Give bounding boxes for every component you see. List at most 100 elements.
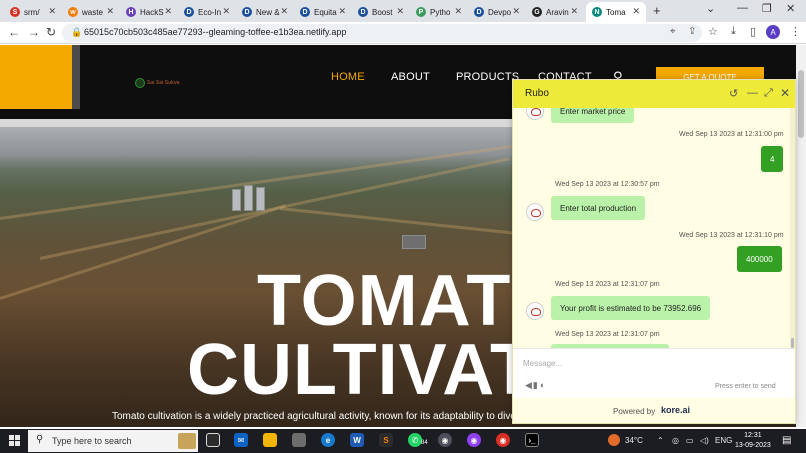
chat-reset-icon[interactable]: ↺ xyxy=(729,87,738,100)
profile-avatar[interactable]: A xyxy=(766,25,780,39)
close-window-button[interactable]: ✕ xyxy=(786,2,795,15)
chat-footer: Powered by kore.ai xyxy=(513,398,795,423)
tab-close-icon[interactable]: ✕ xyxy=(164,6,172,17)
file-explorer-icon[interactable] xyxy=(263,433,277,447)
search-highlight-image[interactable] xyxy=(178,433,196,449)
nav-about[interactable]: ABOUT xyxy=(391,71,430,83)
network-icon[interactable]: ◎ xyxy=(672,436,679,445)
user-message-bubble: 400000 xyxy=(737,246,782,272)
terminal-icon[interactable]: ›_ xyxy=(525,433,539,447)
chat-minimize-icon[interactable]: — xyxy=(747,87,758,99)
farm-silo-decoration xyxy=(232,189,241,211)
page-scrollbar-thumb[interactable] xyxy=(798,70,804,138)
browser-toolbar: ← → ↻ 🔒 65015c70cb503c485ae77293--gleami… xyxy=(0,22,806,44)
nav-home[interactable]: HOME xyxy=(331,71,365,83)
restore-window-button[interactable]: ❐ xyxy=(762,2,772,15)
word-icon[interactable]: W xyxy=(350,433,364,447)
browser-tab[interactable]: D Devpo ✕ xyxy=(468,2,526,22)
browser-menu-icon[interactable]: ⋮ xyxy=(790,25,801,38)
browser-tab[interactable]: D New & ✕ xyxy=(236,2,294,22)
tab-label: waste xyxy=(82,7,103,17)
tab-close-icon[interactable]: ✕ xyxy=(632,6,640,17)
language-indicator[interactable]: ENG xyxy=(715,436,732,445)
whatsapp-icon[interactable]: ✆ xyxy=(408,433,422,447)
tab-close-icon[interactable]: ✕ xyxy=(222,6,230,17)
notification-icon[interactable]: ▤ xyxy=(782,435,791,446)
tray-overflow-icon[interactable]: ⌃ xyxy=(657,436,664,445)
tab-label: Eco-In xyxy=(198,7,222,17)
edge-icon[interactable]: e xyxy=(321,433,335,447)
browser-tab-active[interactable]: N Toma ✕ xyxy=(586,2,646,22)
tab-close-icon[interactable]: ✕ xyxy=(280,6,288,17)
taskbar-clock[interactable]: 12:31 13-09-2023 xyxy=(735,431,771,451)
download-icon[interactable]: ⤓ xyxy=(731,25,736,38)
tab-close-icon[interactable]: ✕ xyxy=(396,6,404,17)
site-logo-block[interactable] xyxy=(0,45,72,109)
chat-message-input[interactable] xyxy=(523,355,783,371)
tab-close-icon[interactable]: ✕ xyxy=(48,6,56,17)
volume-icon[interactable]: ◁) xyxy=(700,436,709,445)
chrome-profile-icon[interactable]: ◉ xyxy=(467,433,481,447)
back-button[interactable]: ← xyxy=(8,25,20,39)
clock-date: 13-09-2023 xyxy=(735,442,771,449)
weather-temperature[interactable]: 34°C xyxy=(625,436,643,445)
powered-by-label: Powered by xyxy=(613,407,656,416)
voice-input-icon[interactable]: ◀▮◖ xyxy=(525,380,545,391)
browser-tab[interactable]: D Equita ✕ xyxy=(294,2,352,22)
tab-close-icon[interactable]: ✕ xyxy=(338,6,346,17)
share-icon[interactable]: ⇪ xyxy=(688,26,696,37)
taskbar-search-box[interactable]: ⚲ Type here to search xyxy=(28,430,198,452)
message-timestamp: Wed Sep 13 2023 at 12:31:10 pm xyxy=(679,232,784,239)
chat-close-icon[interactable]: ✕ xyxy=(780,86,790,100)
reload-button[interactable]: ↻ xyxy=(46,25,56,39)
chat-expand-icon[interactable]: ⤢ xyxy=(764,87,773,100)
minimize-window-button[interactable]: — xyxy=(737,2,748,14)
farm-silo-decoration xyxy=(244,185,253,211)
mail-icon[interactable]: ✉ xyxy=(234,433,248,447)
chrome-active-icon[interactable]: ◉ xyxy=(438,433,452,447)
message-timestamp: Wed Sep 13 2023 at 12:31:00 pm xyxy=(679,131,784,138)
browser-tab[interactable]: D Eco-In ✕ xyxy=(178,2,236,22)
browser-tab[interactable]: P Pytho ✕ xyxy=(410,2,468,22)
new-tab-button[interactable]: + xyxy=(653,3,661,18)
windows-start-icon[interactable] xyxy=(9,435,20,446)
tab-favicon-icon: D xyxy=(474,7,484,17)
browser-tab[interactable]: w waste ✕ xyxy=(62,2,120,22)
brand-logo-icon[interactable] xyxy=(135,78,145,88)
kore-ai-logo[interactable]: kore.ai xyxy=(661,405,690,415)
side-panel-icon[interactable]: ▯ xyxy=(750,25,756,38)
windows-taskbar: ⚲ Type here to search ✉ e W S ✆ ◉ ◉ ◉ ›_… xyxy=(0,429,806,453)
tab-close-icon[interactable]: ✕ xyxy=(454,6,462,17)
tab-close-icon[interactable]: ✕ xyxy=(570,6,578,17)
chat-scrollbar[interactable] xyxy=(790,108,795,348)
clock-time: 12:31 xyxy=(744,432,762,439)
sublime-icon[interactable]: S xyxy=(379,433,393,447)
bookmark-star-icon[interactable]: ☆ xyxy=(708,25,718,38)
store-icon[interactable] xyxy=(292,433,306,447)
url-text[interactable]: 65015c70cb503c485ae77293--gleaming-toffe… xyxy=(84,27,346,37)
battery-icon[interactable]: ▭ xyxy=(686,436,694,445)
task-view-icon[interactable] xyxy=(206,433,220,447)
farm-barn-decoration xyxy=(402,235,426,249)
chrome-icon[interactable]: ◉ xyxy=(496,433,510,447)
forward-button[interactable]: → xyxy=(28,25,40,39)
tab-search-icon[interactable]: ⌄ xyxy=(706,2,715,15)
brand-name[interactable]: Sai Sai Sukva xyxy=(147,80,180,86)
lock-icon[interactable]: 🔒 xyxy=(71,27,82,38)
location-icon[interactable]: ⌖ xyxy=(670,26,676,37)
weather-icon[interactable] xyxy=(608,434,620,446)
browser-tab[interactable]: S srm/ ✕ xyxy=(4,2,62,22)
bot-message-bubble: Your profit is estimated to be 73952.696 xyxy=(551,296,711,320)
browser-tab[interactable]: D Boost ✕ xyxy=(352,2,410,22)
chat-scrollbar-thumb[interactable] xyxy=(791,338,794,348)
tab-favicon-icon: D xyxy=(184,7,194,17)
tab-favicon-icon: S xyxy=(10,7,20,17)
tab-close-icon[interactable]: ✕ xyxy=(512,6,520,17)
address-bar[interactable]: 🔒 65015c70cb503c485ae77293--gleaming-tof… xyxy=(62,24,702,42)
press-enter-hint: Press enter to send xyxy=(715,383,776,390)
browser-tab[interactable]: H HackS ✕ xyxy=(120,2,178,22)
tab-close-icon[interactable]: ✕ xyxy=(106,6,114,17)
nav-products[interactable]: PRODUCTS xyxy=(456,71,519,83)
browser-tab[interactable]: G Aravin ✕ xyxy=(526,2,584,22)
chat-message-list[interactable]: Enter market price Wed Sep 13 2023 at 12… xyxy=(513,108,795,348)
